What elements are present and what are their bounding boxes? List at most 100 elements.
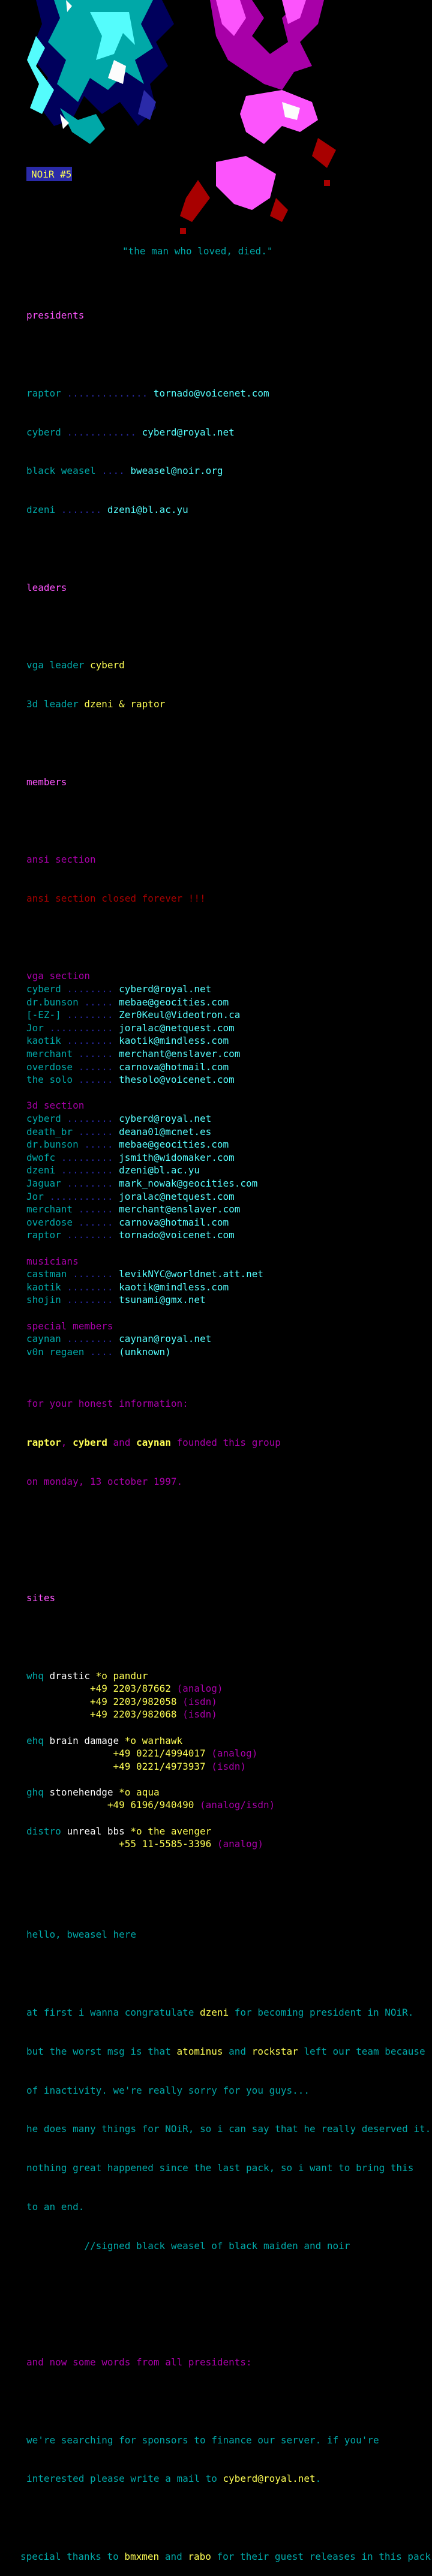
member-row: merchant ...... merchant@enslaver.com [26, 1048, 241, 1060]
member-email[interactable]: jsmith@widomaker.com [119, 1152, 235, 1163]
member-email[interactable]: cyberd@royal.net [119, 1113, 211, 1124]
member-row: dr.bunson ..... mebae@geocities.com [26, 1139, 229, 1151]
site-phone-number: +49 2203/982058 [89, 1695, 177, 1707]
member-email[interactable]: kaotik@mindless.com [119, 1035, 229, 1046]
member-section-heading: special members [26, 1320, 113, 1332]
member-email[interactable]: levikNYC@worldnet.att.net [119, 1268, 263, 1280]
site-board: unreal bbs [67, 1825, 125, 1837]
site-phone-line: +49 0221/4994017 (analog) [26, 1747, 431, 1760]
member-name: raptor [26, 1229, 61, 1241]
leaders-heading: leaders [26, 581, 67, 593]
member-section-heading: 3d section [26, 1100, 85, 1112]
member-row: caynan ........ caynan@royal.net [26, 1333, 212, 1345]
member-email[interactable]: dzeni@bl.ac.yu [119, 1164, 200, 1176]
members-heading: members [26, 776, 67, 788]
member-email[interactable]: deana01@mcnet.es [119, 1126, 211, 1137]
member-row: dr.bunson ..... mebae@geocities.com [26, 996, 229, 1008]
member-email[interactable]: mebae@geocities.com [119, 1139, 229, 1150]
member-email[interactable]: merchant@enslaver.com [119, 1048, 240, 1059]
site-phone-number: +49 2203/982068 [89, 1709, 177, 1721]
message-line: of inactivity. we're really sorry for yo… [26, 2084, 310, 2096]
member-row: overdose ...... carnova@hotmail.com [26, 1061, 229, 1073]
ansi-artwork: NOiR #5 [26, 0, 336, 234]
site-line-type: (isdn) [205, 1760, 247, 1772]
member-name: kaotik [26, 1035, 61, 1047]
site-sysop: *o pandur [95, 1670, 148, 1682]
leader-row: 3d leader dzeni & raptor [26, 698, 166, 710]
member-name: dzeni [26, 1164, 56, 1176]
sponsor-email[interactable]: cyberd@royal.net [223, 2473, 316, 2484]
site-phone-line: +49 6196/940490 (analog/isdn) [26, 1799, 431, 1812]
site-phone-number: +49 0221/4973937 [113, 1760, 206, 1772]
member-email[interactable]: kaotik@mindless.com [119, 1281, 229, 1293]
site-role: ehq [26, 1734, 44, 1746]
member-email[interactable]: mark_nowak@geocities.com [119, 1178, 257, 1189]
site-phone-line: +49 0221/4973937 (isdn) [26, 1760, 431, 1773]
member-email[interactable]: mebae@geocities.com [119, 996, 229, 1008]
member-email[interactable]: caynan@royal.net [119, 1333, 211, 1344]
member-email[interactable]: joralac@netquest.com [119, 1191, 235, 1202]
member-email[interactable]: joralac@netquest.com [119, 1022, 235, 1034]
member-name: overdose [26, 1061, 73, 1073]
member-email[interactable]: merchant@enslaver.com [119, 1203, 240, 1215]
member-email[interactable]: cyberd@royal.net [119, 983, 211, 995]
member-row: castman ....... levikNYC@worldnet.att.ne… [26, 1268, 263, 1280]
greeting: hello, bweasel here [26, 1929, 137, 1941]
noir-tag: NOiR #5 [26, 167, 72, 181]
member-email[interactable]: (unknown) [119, 1346, 171, 1358]
site-phone-line: +55 11-5585-3396 (analog) [26, 1838, 431, 1851]
member-name: the solo [26, 1074, 73, 1086]
member-name: overdose [26, 1216, 73, 1228]
site-role: distro [26, 1825, 61, 1837]
sites-heading: sites [26, 1592, 56, 1604]
member-email[interactable]: thesolo@voicenet.com [119, 1074, 235, 1085]
ansi-section-heading: ansi section [26, 854, 96, 866]
member-row: Jor ........... joralac@netquest.com [26, 1190, 235, 1202]
thanks-line: special thanks to bmxmen and rabo for th… [20, 2550, 431, 2562]
member-row: dzeni ......... dzeni@bl.ac.yu [26, 1164, 200, 1176]
site-entry: distro unreal bbs *o the avenger [26, 1825, 431, 1838]
member-name: kaotik [26, 1281, 61, 1293]
member-row: kaotik ........ kaotik@mindless.com [26, 1035, 229, 1047]
ansi-section-note: ansi section closed forever !!! [26, 892, 206, 904]
member-section-heading: musicians [26, 1255, 79, 1267]
member-name: v0n regaen [26, 1346, 85, 1358]
member-email[interactable]: tsunami@gmx.net [119, 1294, 206, 1305]
member-section-heading: vga section [26, 970, 90, 982]
member-name: Jor [26, 1190, 44, 1202]
presidents-words-heading: and now some words from all presidents: [26, 2356, 252, 2368]
member-row: cyberd ........ cyberd@royal.net [26, 983, 212, 995]
member-name: dr.bunson [26, 996, 79, 1008]
site-line-type: (analog) [211, 1838, 263, 1850]
member-row: cyberd ........ cyberd@royal.net [26, 1113, 212, 1124]
member-row: [-EZ-] ........ Zer0Keul@Videotron.ca [26, 1009, 241, 1021]
member-name: caynan [26, 1333, 61, 1345]
member-name: [-EZ-] [26, 1009, 61, 1021]
member-name: merchant [26, 1203, 73, 1215]
member-name: Jor [26, 1022, 44, 1034]
member-name: death_br [26, 1125, 73, 1137]
presidents-section: presidents raptor .............. tornado… [20, 283, 431, 2576]
site-role: whq [26, 1670, 44, 1682]
member-email[interactable]: tornado@voicenet.com [119, 1229, 235, 1241]
site-sysop: *o warhawk [124, 1734, 183, 1746]
member-email[interactable]: carnova@hotmail.com [119, 1061, 229, 1073]
member-row: shojin ........ tsunami@gmx.net [26, 1294, 206, 1306]
member-row: Jaguar ........ mark_nowak@geocities.com [26, 1177, 258, 1189]
member-name: castman [26, 1268, 67, 1280]
site-line-type: (isdn) [176, 1709, 217, 1721]
message-line: at first i wanna congratulate dzeni for … [26, 2006, 414, 2018]
sites-list: whq drastic *o pandur +49 2203/87662 (an… [26, 1670, 431, 1864]
signature: //signed black weasel of black maiden an… [26, 2239, 350, 2251]
presidents-heading: presidents [26, 310, 85, 322]
member-sections: vga section cyberd ........ cyberd@royal.… [26, 969, 431, 1371]
member-email[interactable]: Zer0Keul@Videotron.ca [119, 1009, 240, 1020]
member-email[interactable]: carnova@hotmail.com [119, 1217, 229, 1228]
site-phone-number: +49 2203/87662 [89, 1683, 171, 1695]
founders-line: raptor, cyberd and caynan founded this g… [26, 1436, 281, 1448]
site-phone-line: +49 2203/982068 (isdn) [26, 1708, 431, 1721]
magenta-hand-art [180, 0, 336, 234]
member-name: Jaguar [26, 1177, 61, 1189]
sponsor-line: interested please write a mail to cyberd… [26, 2473, 322, 2485]
member-row: v0n regaen .... (unknown) [26, 1346, 171, 1358]
